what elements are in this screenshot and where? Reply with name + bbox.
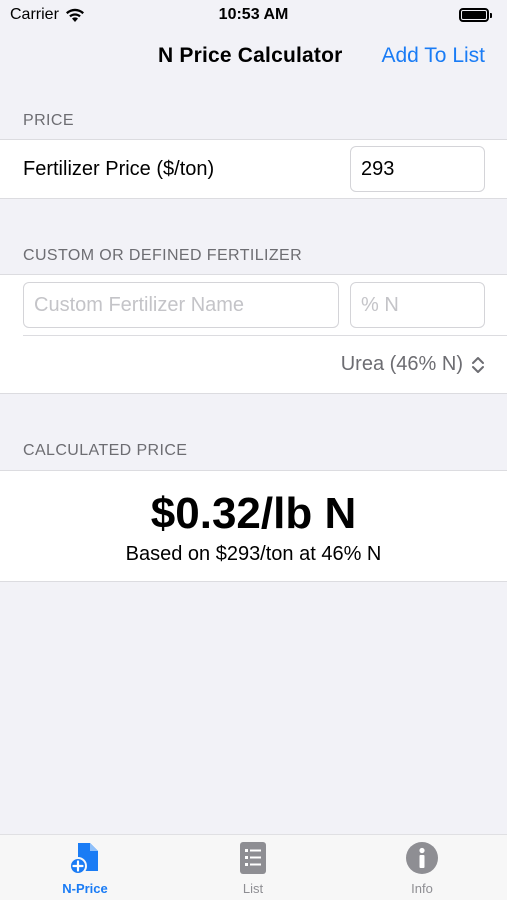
fertilizer-section-header: CUSTOM OR DEFINED FERTILIZER xyxy=(23,247,303,264)
battery-icon xyxy=(459,8,492,22)
wifi-icon xyxy=(65,8,84,22)
tab-info-label: Info xyxy=(411,881,433,896)
status-left: Carrier xyxy=(10,6,85,24)
custom-fertilizer-name-input[interactable]: Custom Fertilizer Name xyxy=(23,282,339,328)
add-to-list-button[interactable]: Add To List xyxy=(381,44,485,68)
list-icon xyxy=(240,842,266,874)
calculated-section-header: CALCULATED PRICE xyxy=(23,442,188,459)
tab-n-price-label: N-Price xyxy=(62,881,108,896)
calculated-group: $0.32/lb N Based on $293/ton at 46% N xyxy=(0,470,507,582)
calculated-price: $0.32/lb N xyxy=(150,489,357,538)
status-bar: Carrier 10:53 AM xyxy=(0,0,507,30)
carrier-label: Carrier xyxy=(10,6,59,23)
price-section-header: PRICE xyxy=(23,112,74,129)
price-group: Fertilizer Price ($/ton) 293 xyxy=(0,139,507,199)
fertilizer-price-label: Fertilizer Price ($/ton) xyxy=(23,158,215,180)
fertilizer-picker-value: Urea (46% N) xyxy=(340,353,463,375)
page-title: N Price Calculator xyxy=(158,44,343,67)
row-divider xyxy=(23,335,507,336)
calculated-price-detail: Based on $293/ton at 46% N xyxy=(125,543,382,565)
fertilizer-picker[interactable]: Urea (46% N) xyxy=(341,353,485,376)
info-icon xyxy=(406,842,438,874)
navigation-bar: N Price Calculator Add To List xyxy=(0,36,507,80)
tab-bar: N-Price List Info xyxy=(0,834,507,900)
tab-list-label: List xyxy=(242,881,264,896)
fertilizer-price-input[interactable]: 293 xyxy=(350,146,485,192)
tab-info[interactable]: Info xyxy=(372,841,472,899)
tab-list[interactable]: List xyxy=(203,841,303,899)
percent-n-input[interactable]: % N xyxy=(350,282,485,328)
fertilizer-group: Custom Fertilizer Name % N Urea (46% N) xyxy=(0,274,507,394)
tab-n-price[interactable]: N-Price xyxy=(35,841,135,899)
chevron-up-down-icon xyxy=(472,356,484,373)
document-plus-icon xyxy=(69,843,98,875)
